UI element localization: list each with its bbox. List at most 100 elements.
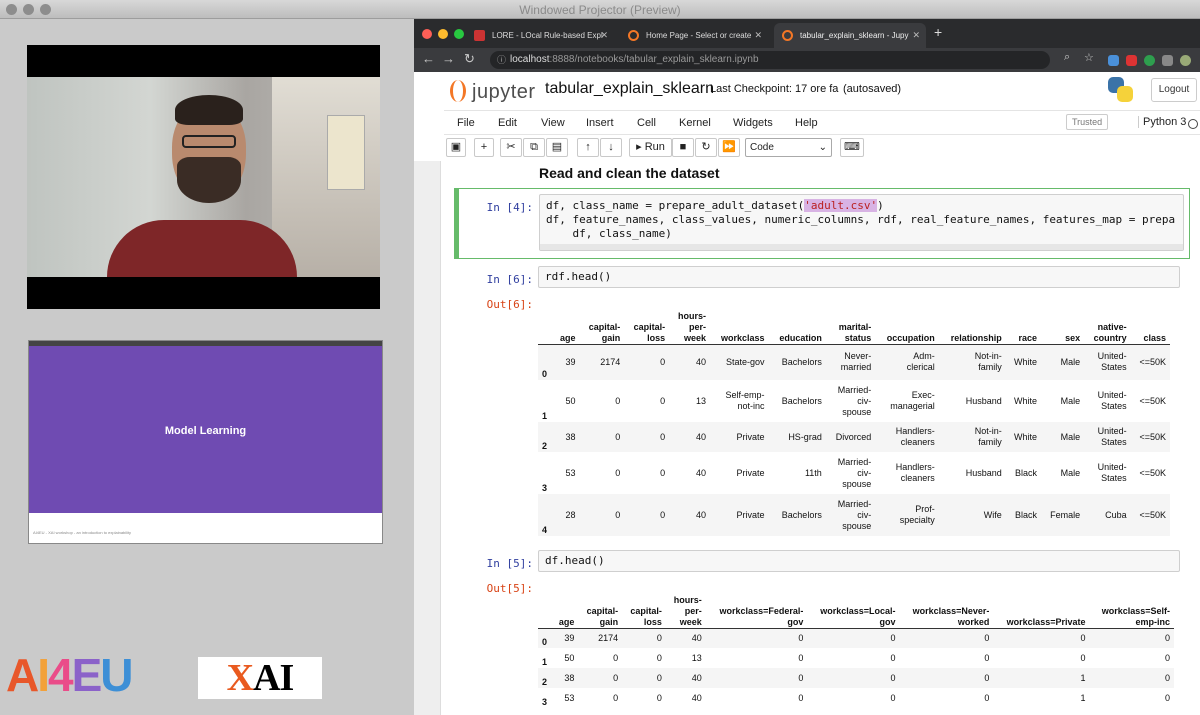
table-cell: 0	[890, 692, 896, 703]
code-editor[interactable]: df.head()	[538, 550, 1180, 572]
table-cell: Bachelors	[781, 395, 822, 406]
tab-home[interactable]: Home Page - Select or create ✕	[620, 23, 768, 48]
interrupt-icon[interactable]: ■	[672, 138, 694, 157]
forward-icon[interactable]: →	[442, 51, 455, 66]
profile-avatar[interactable]	[1180, 55, 1191, 66]
table-row: 3 53 0 0 40 Private 11th Married-civ-spouse Hand…	[538, 452, 1170, 494]
new-tab-icon[interactable]: +	[934, 24, 942, 40]
extension-icon[interactable]	[1162, 55, 1173, 66]
menu-help[interactable]: Help	[795, 117, 818, 129]
maximize-browser-icon[interactable]	[454, 29, 464, 39]
close-browser-icon[interactable]	[422, 29, 432, 39]
notebook-name[interactable]: tabular_explain_sklearn	[545, 80, 714, 98]
tab-label: LORE - LOcal Rule-based Expl	[492, 31, 603, 40]
reload-icon[interactable]: ↻	[464, 51, 475, 67]
table-cell: United- States	[1097, 462, 1127, 483]
table-cell: 0	[1164, 652, 1170, 663]
table-cell: State-gov	[725, 356, 765, 367]
grammarly-icon[interactable]	[1144, 55, 1155, 66]
restart-run-all-icon[interactable]: ⏩	[718, 138, 740, 157]
column-header: workclass=Never-worked	[912, 605, 990, 627]
chevron-down-icon: ⌄	[818, 142, 827, 153]
zoom-icon[interactable]: ⌕	[1064, 51, 1070, 64]
table-cell: 2174	[598, 632, 619, 643]
extension-icon[interactable]	[1108, 55, 1119, 66]
column-header: workclass	[720, 332, 765, 343]
close-tab-icon[interactable]: ✕	[600, 23, 608, 48]
table-cell: 0	[660, 509, 666, 520]
table-cell: Self-emp-not-inc	[725, 390, 765, 411]
back-icon[interactable]: ←	[422, 51, 435, 66]
column-header: capital-loss	[633, 321, 666, 343]
run-button[interactable]: ▸ Run	[629, 138, 672, 157]
column-header: sex	[1065, 332, 1081, 343]
code-text: df.head()	[545, 554, 605, 567]
jupyter-wordmark: jupyter	[472, 81, 536, 103]
menu-widgets[interactable]: Widgets	[733, 117, 773, 129]
table-cell: 0	[984, 692, 990, 703]
column-header: workclass=Local-gov	[820, 605, 896, 627]
code-editor[interactable]: rdf.head()	[538, 266, 1180, 288]
menu-cell[interactable]: Cell	[637, 117, 656, 129]
table-cell: 0	[656, 692, 662, 703]
row-index: 0	[542, 369, 548, 379]
table-cell: Husband	[965, 395, 1002, 406]
paste-icon[interactable]: ▤	[546, 138, 568, 157]
code-cell-selected[interactable]: In [4]: df, class_name = prepare_adult_d…	[454, 188, 1190, 259]
tab-lore[interactable]: LORE - LOcal Rule-based Expl ✕	[466, 23, 614, 48]
bookmark-star-icon[interactable]: ☆	[1084, 51, 1094, 64]
tab-notebook[interactable]: tabular_explain_sklearn - Jupy ✕	[774, 23, 926, 48]
move-up-icon[interactable]: ↑	[577, 138, 599, 157]
menu-kernel[interactable]: Kernel	[679, 117, 711, 129]
menu-view[interactable]: View	[541, 117, 565, 129]
table-cell: Divorced	[835, 431, 872, 442]
extension-icon[interactable]	[1126, 55, 1137, 66]
close-tab-icon[interactable]: ✕	[754, 23, 762, 48]
table-row: 2 38 0 0 40 0 0 0 1 0	[538, 668, 1174, 688]
window-title: Windowed Projector (Preview)	[519, 3, 681, 17]
code-text: rdf.head()	[545, 270, 612, 283]
row-index: 1	[542, 411, 548, 421]
table-cell: Husband	[965, 467, 1002, 478]
move-down-icon[interactable]: ↓	[600, 138, 622, 157]
keyboard-icon[interactable]: ⌨	[840, 138, 864, 157]
table-cell: Male	[1060, 467, 1081, 478]
dataframe-table: age capital-gain capital-loss hours-per-wee…	[538, 590, 1174, 708]
insert-cell-icon[interactable]: +	[474, 138, 494, 157]
table-cell: United- States	[1097, 426, 1127, 447]
column-header: workclass=Private	[1006, 616, 1086, 627]
table-cell: Male	[1060, 356, 1081, 367]
autosave-status: (autosaved)	[843, 83, 902, 95]
menu-insert[interactable]: Insert	[586, 117, 614, 129]
table-cell: 0	[798, 692, 804, 703]
horizontal-scrollbar[interactable]	[540, 244, 1183, 250]
table-cell: 40	[691, 672, 702, 683]
logout-button[interactable]: Logout	[1151, 78, 1197, 102]
url-field[interactable]: ⓘ localhost:8888/notebooks/tabular_expla…	[490, 51, 1050, 69]
table-row: 3 53 0 0 40 0 0 0 1 0	[538, 688, 1174, 708]
cell-type-select[interactable]: Code ⌄	[745, 138, 832, 157]
markdown-heading: Read and clean the dataset	[539, 165, 720, 181]
table-cell: 50	[565, 395, 576, 406]
column-header: occupation	[886, 332, 935, 343]
code-editor[interactable]: df, class_name = prepare_adult_dataset('…	[539, 194, 1184, 251]
table-cell: Private	[736, 467, 765, 478]
minimize-browser-icon[interactable]	[438, 29, 448, 39]
projector-title-bar: Windowed Projector (Preview)	[0, 0, 1200, 19]
dataframe-table: age capital-gain capital-loss hours-per-wee…	[538, 306, 1170, 536]
close-tab-icon[interactable]: ✕	[912, 23, 920, 48]
code-cell[interactable]: In [6]: rdf.head() Out[6]: age capital-ga…	[454, 264, 1190, 554]
save-icon[interactable]: ▣	[446, 138, 466, 157]
restart-icon[interactable]: ↻	[695, 138, 717, 157]
table-cell: Married-civ-spouse	[837, 498, 872, 531]
table-cell: Bachelors	[781, 356, 822, 367]
code-cell[interactable]: In [5]: df.head() Out[5]: age capital-gai…	[454, 550, 1190, 715]
menu-edit[interactable]: Edit	[498, 117, 517, 129]
table-cell: Married-civ-spouse	[837, 456, 872, 489]
cut-icon[interactable]: ✂	[500, 138, 522, 157]
copy-icon[interactable]: ⧉	[523, 138, 545, 157]
table-cell: Prof-specialty	[899, 504, 935, 525]
table-cell: Exec-managerial	[890, 390, 935, 411]
menu-file[interactable]: File	[457, 117, 475, 129]
trusted-badge[interactable]: Trusted	[1066, 114, 1109, 130]
